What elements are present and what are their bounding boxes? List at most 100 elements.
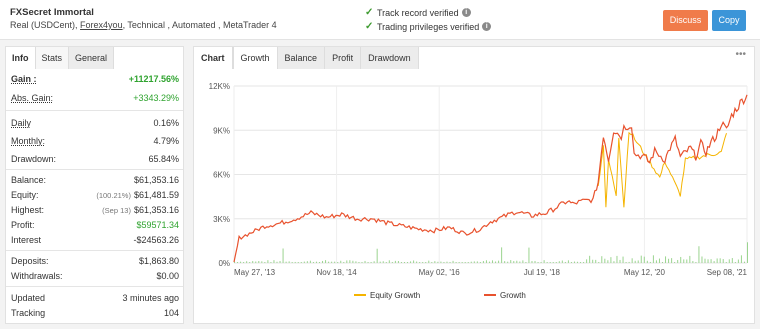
chart-legend: Equity Growth Growth (354, 291, 526, 300)
volume-bar (658, 258, 660, 263)
stats-panel: Info Stats General Gain : +11217.56% Abs… (5, 46, 184, 324)
volume-bar (318, 262, 320, 263)
volume-bar (668, 258, 670, 263)
tab-profit[interactable]: Profit (325, 47, 362, 69)
volume-bar (671, 258, 673, 263)
volume-bar (282, 248, 284, 263)
tab-stats[interactable]: Stats (35, 47, 70, 69)
volume-bar (446, 261, 448, 263)
volume-bar (455, 262, 457, 263)
divider (6, 169, 183, 170)
volume-bar (291, 262, 293, 263)
volume-bar (601, 256, 603, 263)
broker-link[interactable]: Forex4you (80, 20, 123, 30)
stat-deposits: Deposits: $1,863.80 (11, 256, 179, 268)
volume-bar (373, 261, 375, 263)
stat-withdrawals: Withdrawals: $0.00 (11, 271, 179, 283)
volume-bar (240, 261, 242, 263)
tab-growth[interactable]: Growth (232, 47, 278, 69)
volume-bar (476, 261, 478, 263)
system-tags: , Technical , Automated , MetaTrader 4 (122, 20, 277, 30)
volume-bar (437, 261, 439, 263)
volume-bar (464, 262, 466, 263)
copy-button[interactable]: Copy (712, 10, 746, 31)
stat-label: Interest (11, 235, 42, 245)
volume-bar (592, 259, 594, 263)
volume-bar (513, 261, 515, 263)
info-icon[interactable]: i (461, 8, 471, 17)
volume-bar (461, 262, 463, 263)
volume-bar (440, 261, 442, 263)
stat-label[interactable]: Daily (11, 118, 31, 128)
legend-label-equity[interactable]: Equity Growth (370, 291, 420, 300)
volume-bar (443, 262, 445, 263)
volume-bar (498, 260, 500, 263)
chart-tabs: Chart Growth Balance Profit Drawdown (194, 47, 419, 69)
volume-bar (343, 262, 345, 263)
volume-bar (713, 261, 715, 263)
volume-bar (674, 262, 676, 263)
volume-bar (707, 259, 709, 263)
volume-bar (616, 255, 618, 263)
volume-bar (309, 260, 311, 263)
x-tick-label: May 12, '20 (624, 268, 666, 277)
volume-bar (747, 242, 748, 263)
volume-bar (507, 261, 509, 263)
tab-general[interactable]: General (69, 47, 115, 69)
volume-bar (540, 262, 542, 263)
volume-bar (516, 260, 518, 263)
divider (6, 286, 183, 287)
volume-bar (325, 260, 327, 263)
legend-label-growth[interactable]: Growth (500, 291, 526, 300)
highest-amount: $61,353.16 (133, 205, 179, 215)
volume-bar (662, 262, 664, 263)
stat-value: +11217.56% (128, 74, 179, 84)
volume-bar (379, 261, 381, 263)
volume-bar (564, 261, 566, 263)
stat-label[interactable]: Gain : (11, 74, 37, 84)
volume-bar (470, 261, 472, 263)
tab-drawdown[interactable]: Drawdown (361, 47, 419, 69)
chart-grid (233, 85, 748, 264)
stat-interest: Interest -$24563.26 (11, 235, 179, 247)
volume-bar (649, 261, 651, 263)
y-tick-label: 3K% (213, 215, 230, 224)
volume-bar (625, 262, 627, 263)
volume-bar (665, 256, 667, 263)
volume-bar (367, 262, 369, 263)
y-tick-label: 12K% (209, 82, 230, 91)
volume-bar (364, 260, 366, 263)
tab-info[interactable]: Info (6, 47, 36, 69)
stats-tabs: Info Stats General (6, 47, 115, 69)
volume-bar (701, 256, 703, 263)
x-tick-label: May 27, '13 (234, 268, 276, 277)
series-growth (233, 94, 748, 263)
tab-balance[interactable]: Balance (277, 47, 326, 69)
chart-panel: Chart Growth Balance Profit Drawdown •••… (193, 46, 755, 324)
volume-bar (655, 260, 657, 263)
volume-bar (294, 261, 296, 263)
stat-value: $1,863.80 (138, 256, 179, 266)
volume-bar (246, 261, 248, 263)
volume-bar (337, 262, 339, 263)
volume-bar (431, 262, 433, 263)
discuss-button[interactable]: Discuss (663, 10, 708, 31)
volume-bar (607, 260, 609, 263)
more-options-icon[interactable]: ••• (735, 49, 746, 60)
volume-bar (285, 261, 287, 263)
stat-value: 4.79% (153, 136, 179, 146)
volume-bar (613, 261, 615, 263)
stat-balance: Balance: $61,353.16 (11, 175, 179, 187)
volume-bar (243, 262, 245, 263)
stat-label[interactable]: Monthly: (11, 136, 45, 146)
stat-value: (100.21%) $61,481.59 (96, 190, 179, 200)
account-type: Real (USDCent), (10, 20, 78, 30)
volume-bar (689, 255, 691, 263)
stat-label: Balance: (11, 175, 47, 185)
info-icon[interactable]: i (482, 22, 492, 31)
stat-label: Highest: (11, 205, 45, 215)
stat-value: 0.16% (153, 118, 179, 128)
stat-label[interactable]: Abs. Gain: (11, 93, 53, 103)
x-tick-label: May 02, '16 (419, 268, 461, 277)
volume-bar (725, 262, 727, 263)
